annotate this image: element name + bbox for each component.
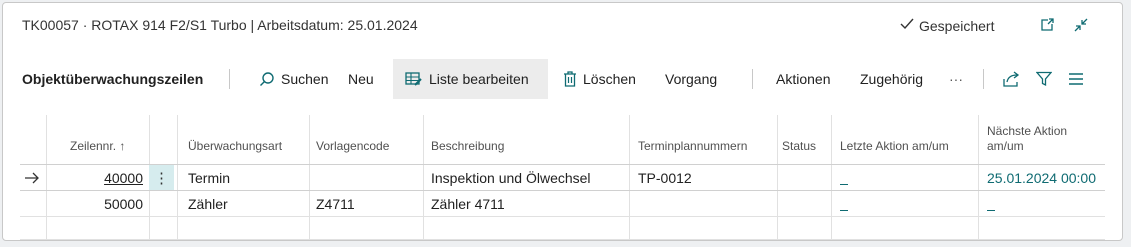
delete-button[interactable]: Löschen: [563, 59, 636, 99]
header-next-action[interactable]: Nächste Aktion am/um: [987, 115, 1105, 160]
saved-label: Gespeichert: [919, 17, 995, 34]
actions-menu[interactable]: Aktionen: [776, 59, 830, 99]
line-no-cell[interactable]: 40000: [70, 165, 143, 191]
collapse-icon[interactable]: [1071, 15, 1091, 35]
related-menu[interactable]: Zugehörig: [860, 59, 923, 99]
line-no-cell[interactable]: 50000: [70, 191, 143, 217]
divider: [229, 69, 230, 89]
share-button[interactable]: [1003, 59, 1021, 99]
template-code-cell[interactable]: Z4711: [316, 191, 355, 217]
divider: [983, 69, 984, 89]
edit-list-button[interactable]: Liste bearbeiten: [393, 59, 548, 99]
list-title: Objektüberwachungszeilen: [22, 71, 204, 87]
edit-list-icon: [405, 71, 423, 87]
filter-icon: [1036, 71, 1052, 87]
search-label: Suchen: [281, 71, 329, 87]
list-view-icon: [1068, 72, 1084, 86]
description-cell[interactable]: Zähler 4711: [431, 191, 505, 217]
saved-status: Gespeichert: [899, 17, 994, 34]
new-button[interactable]: Neu: [348, 59, 374, 99]
next-action-cell[interactable]: 25.01.2024 00:00: [987, 165, 1096, 191]
page-frame: TK00057 · ROTAX 914 F2/S1 Turbo | Arbeit…: [2, 2, 1123, 241]
share-icon: [1003, 71, 1021, 87]
search-icon: [259, 71, 275, 87]
more-options-button[interactable]: ···: [949, 59, 963, 99]
search-button[interactable]: Suchen: [259, 59, 328, 99]
last-action-empty[interactable]: [840, 210, 848, 211]
delete-label: Löschen: [583, 71, 636, 87]
description-cell[interactable]: Inspektion und Ölwechsel: [431, 165, 591, 191]
delete-icon: [563, 71, 577, 87]
divider: [752, 69, 753, 89]
list-view-button[interactable]: [1068, 59, 1084, 99]
row-arrow-icon: [24, 165, 40, 191]
monitoring-type-cell[interactable]: Termin: [188, 165, 230, 191]
title-bar: TK00057 · ROTAX 914 F2/S1 Turbo | Arbeit…: [3, 3, 1122, 49]
monitoring-type-cell[interactable]: Zähler: [188, 191, 228, 217]
open-in-new-icon[interactable]: [1037, 15, 1057, 35]
next-action-empty[interactable]: [987, 210, 995, 211]
page-title: TK00057 · ROTAX 914 F2/S1 Turbo | Arbeit…: [22, 17, 418, 33]
last-action-empty[interactable]: [840, 184, 848, 185]
row-menu-icon[interactable]: ⋮: [149, 165, 174, 190]
filter-button[interactable]: [1036, 59, 1052, 99]
action-bar: Objektüberwachungszeilen Suchen Neu List…: [3, 59, 1122, 99]
checkmark-icon: [899, 17, 915, 34]
schedule-numbers-cell[interactable]: TP-0012: [638, 165, 692, 191]
edit-list-label: Liste bearbeiten: [429, 71, 529, 87]
process-menu[interactable]: Vorgang: [665, 59, 717, 99]
